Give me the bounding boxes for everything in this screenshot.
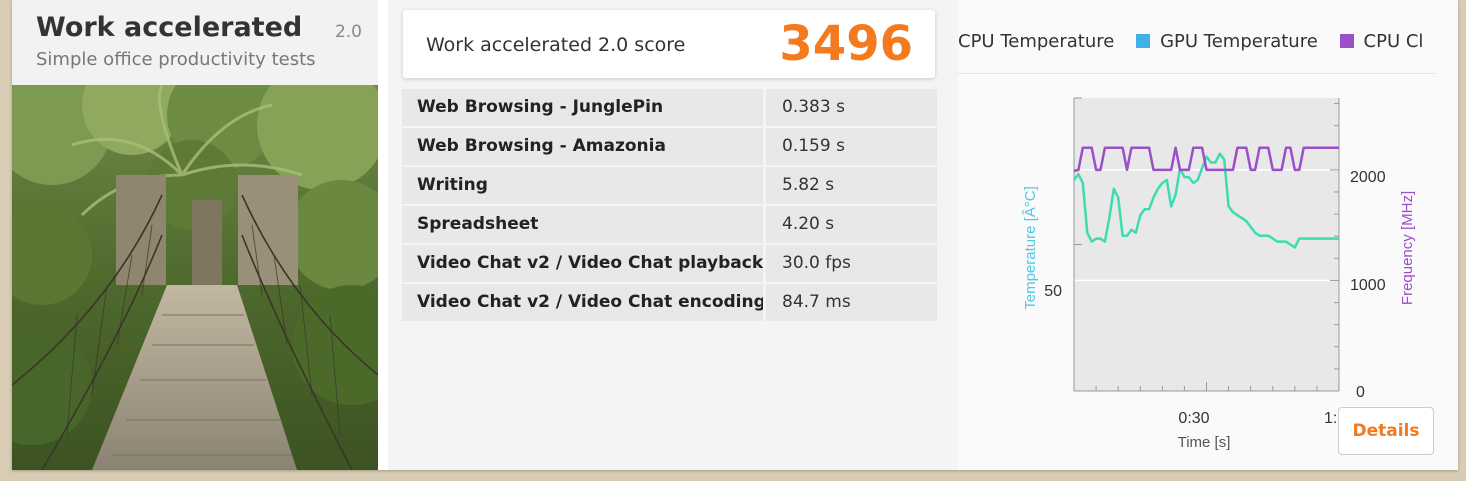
x-axis-label: Time [s] xyxy=(1178,434,1231,451)
test-info-panel: Work accelerated 2.0 Simple office produ… xyxy=(12,0,378,470)
benchmark-result-card: Work accelerated 2.0 Simple office produ… xyxy=(12,0,1458,470)
test-subtitle: Simple office productivity tests xyxy=(36,49,316,70)
subtest-name: Video Chat v2 / Video Chat encoding v2 xyxy=(402,284,763,321)
legend-label: GPU Temperature xyxy=(1160,30,1318,52)
subtest-name: Writing xyxy=(402,167,763,204)
table-row: Video Chat v2 / Video Chat playback 1 v … xyxy=(402,245,937,282)
subtest-value: 0.159 s xyxy=(766,128,937,165)
subtest-value: 0.383 s xyxy=(766,89,937,126)
legend-label: CPU Cl xyxy=(1363,30,1424,52)
chart-legend: CPU Temperature GPU Temperature CPU Cl xyxy=(958,30,1438,56)
table-row: Web Browsing - JunglePin 0.383 s xyxy=(402,89,937,126)
details-button[interactable]: Details xyxy=(1338,407,1434,455)
y-right-tick-label: 2000 xyxy=(1350,169,1386,186)
test-version: 2.0 xyxy=(334,22,362,42)
subtest-value: 4.20 s xyxy=(766,206,937,243)
subtest-value: 30.0 fps xyxy=(766,245,937,282)
overall-score-box: Work accelerated 2.0 score 3496 xyxy=(403,10,935,78)
monitoring-line-chart: 50 2000 1000 0 0:30 1:00 Time [s] Temper… xyxy=(1022,97,1416,451)
legend-item-gpu-temperature[interactable]: GPU Temperature xyxy=(1136,31,1318,52)
score-panel: Work accelerated 2.0 score 3496 Web Brow… xyxy=(388,0,958,470)
plot-area xyxy=(1074,98,1339,391)
legend-label: CPU Temperature xyxy=(958,30,1115,52)
legend-divider xyxy=(958,73,1435,74)
legend-swatch xyxy=(1339,33,1354,48)
monitoring-chart-panel: CPU Temperature GPU Temperature CPU Cl 5… xyxy=(958,0,1458,470)
subtest-value: 5.82 s xyxy=(766,167,937,204)
test-illustration-image xyxy=(12,85,378,470)
y-right-axis-label: Frequency [MHz] xyxy=(1399,191,1416,305)
subtest-name: Spreadsheet xyxy=(402,206,763,243)
table-row: Spreadsheet 4.20 s xyxy=(402,206,937,243)
y-right-tick-label: 0 xyxy=(1356,384,1365,401)
table-row: Video Chat v2 / Video Chat encoding v2 8… xyxy=(402,284,937,321)
subtest-name: Web Browsing - Amazonia xyxy=(402,128,763,165)
table-row: Writing 5.82 s xyxy=(402,167,937,204)
score-label: Work accelerated 2.0 score xyxy=(426,34,686,56)
score-value: 3496 xyxy=(779,16,913,72)
y-left-tick-label: 50 xyxy=(1044,283,1062,300)
legend-swatch xyxy=(1136,33,1151,48)
table-row: Web Browsing - Amazonia 0.159 s xyxy=(402,128,937,165)
y-right-tick-label: 1000 xyxy=(1350,277,1386,294)
test-title: Work accelerated xyxy=(36,12,303,43)
x-tick-label: 0:30 xyxy=(1178,410,1209,427)
legend-item-cpu-clock[interactable]: CPU Cl xyxy=(1339,30,1424,52)
subtest-name: Video Chat v2 / Video Chat playback 1 v xyxy=(402,245,763,282)
subtest-name: Web Browsing - JunglePin xyxy=(402,89,763,126)
legend-item-cpu-temperature[interactable]: CPU Temperature xyxy=(958,31,1114,52)
y-left-axis-label: Temperature [Â°C] xyxy=(1022,186,1039,310)
subtest-results-table: Web Browsing - JunglePin 0.383 s Web Bro… xyxy=(402,89,937,323)
subtest-value: 84.7 ms xyxy=(766,284,937,321)
